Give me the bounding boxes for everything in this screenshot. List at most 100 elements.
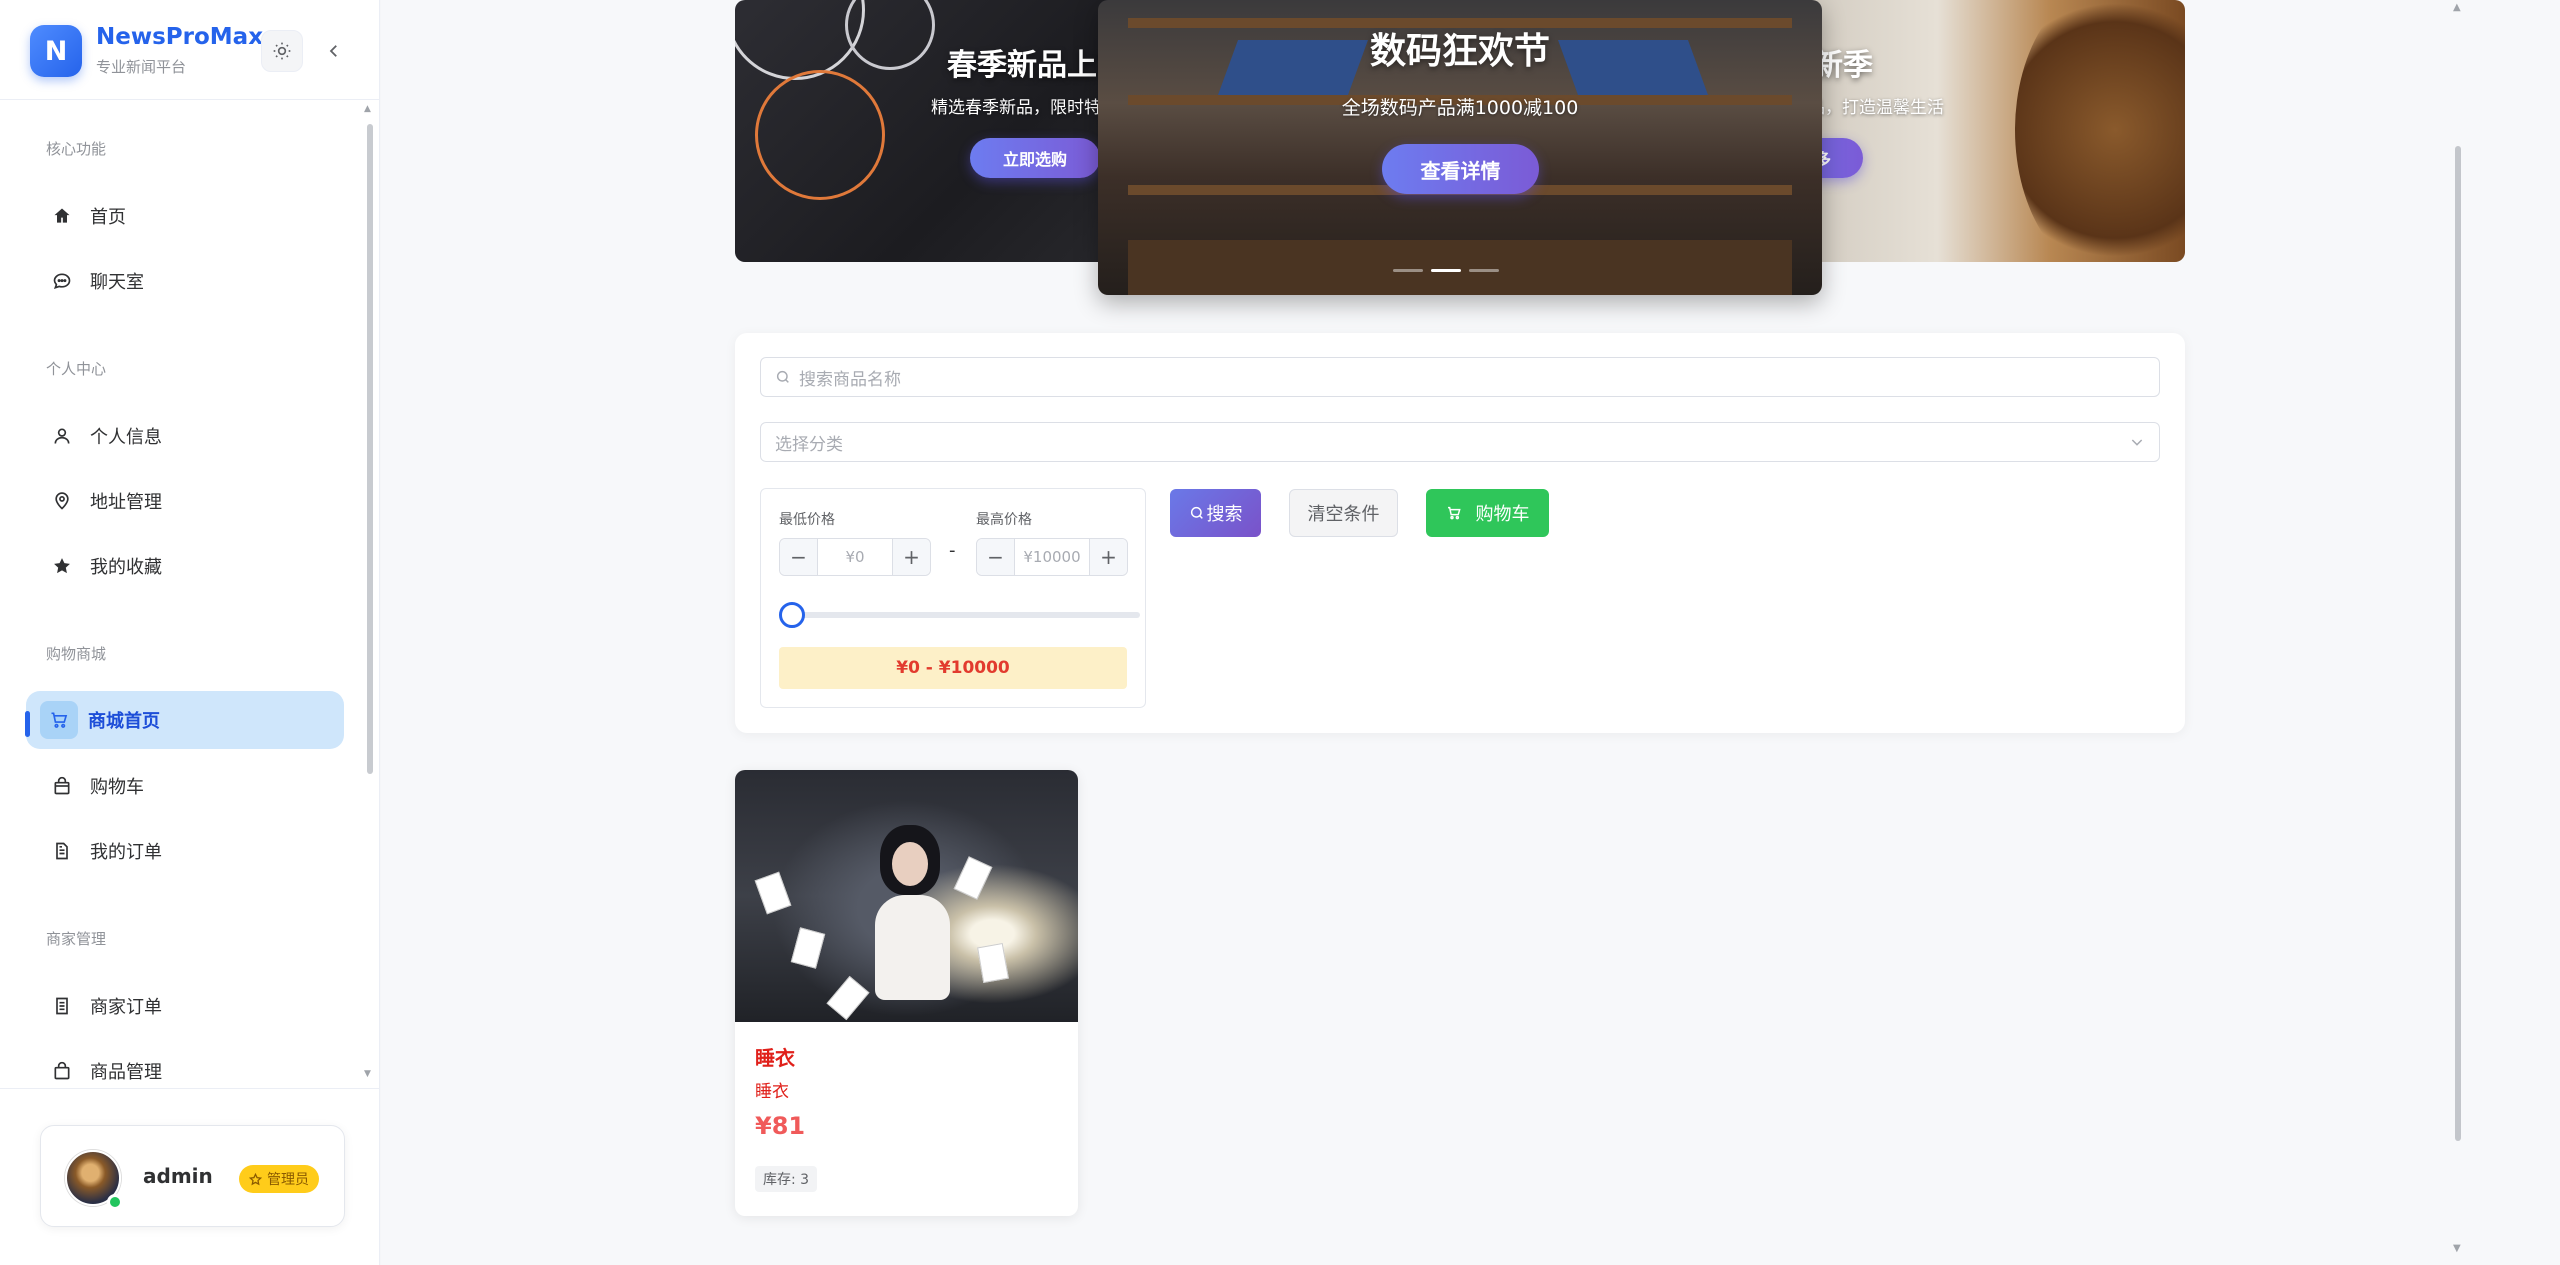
sidebar-item-home[interactable]: 首页 bbox=[26, 187, 344, 245]
decor-hair bbox=[2015, 0, 2185, 262]
carousel-dot-active[interactable] bbox=[1431, 269, 1461, 272]
product-description: 睡衣 bbox=[755, 1082, 789, 1102]
chevron-left-icon bbox=[329, 45, 337, 57]
carousel-dot[interactable] bbox=[1393, 269, 1423, 272]
product-card[interactable]: 睡衣 睡衣 ¥81 库存: 3 bbox=[735, 770, 1078, 1216]
sidebar-item-label: 购物车 bbox=[90, 777, 144, 798]
sidebar-item-address[interactable]: 地址管理 bbox=[26, 472, 344, 530]
decor-card bbox=[953, 856, 993, 900]
bag-icon bbox=[46, 1055, 78, 1085]
carousel-slide-digital[interactable]: 数码狂欢节 全场数码产品满1000减100 查看详情 bbox=[1098, 0, 1822, 295]
group-title-personal: 个人中心 bbox=[46, 360, 107, 378]
scroll-up-arrow-icon[interactable]: ▲ bbox=[364, 104, 371, 114]
increment-button[interactable]: + bbox=[892, 539, 930, 575]
sidebar-item-label: 聊天室 bbox=[90, 272, 144, 293]
price-slider[interactable] bbox=[790, 612, 1140, 618]
user-name: admin bbox=[143, 1164, 213, 1188]
search-icon bbox=[1190, 506, 1203, 519]
sidebar-scrollbar-thumb[interactable] bbox=[367, 124, 373, 774]
sidebar-item-cart[interactable]: 购物车 bbox=[26, 757, 344, 815]
shop-now-button[interactable]: 立即选购 bbox=[970, 138, 1100, 178]
max-price-input[interactable]: ¥10000 bbox=[1015, 539, 1089, 575]
search-icon bbox=[776, 370, 789, 383]
theme-toggle-button[interactable] bbox=[261, 30, 303, 72]
online-status-dot bbox=[107, 1194, 123, 1210]
chevron-down-icon bbox=[2131, 439, 2143, 446]
decrement-button[interactable]: − bbox=[780, 539, 818, 575]
sidebar-item-merchant-orders[interactable]: 商家订单 bbox=[26, 977, 344, 1035]
carousel-indicators bbox=[1393, 269, 1499, 272]
product-name[interactable]: 睡衣 bbox=[755, 1042, 795, 1071]
sidebar-item-orders[interactable]: 我的订单 bbox=[26, 822, 344, 880]
price-range-display: ¥0 - ¥10000 bbox=[779, 647, 1127, 689]
increment-button[interactable]: + bbox=[1089, 539, 1127, 575]
decor-figure bbox=[875, 895, 950, 1000]
decrement-button[interactable]: − bbox=[977, 539, 1015, 575]
sidebar-item-product-manage[interactable]: 商品管理 bbox=[26, 1042, 344, 1085]
sidebar-item-label: 商城首页 bbox=[88, 711, 160, 732]
app-name: NewsProMax bbox=[96, 24, 264, 50]
sidebar: N NewsProMax 专业新闻平台 核心功能 首页 聊天室 个人中心 个人信… bbox=[0, 0, 380, 1265]
user-card[interactable]: admin 管理员 bbox=[40, 1125, 345, 1227]
sidebar-item-label: 商家订单 bbox=[90, 997, 162, 1018]
role-label: 管理员 bbox=[267, 1172, 309, 1188]
slide-desc: 全场数码产品满1000减100 bbox=[1341, 97, 1579, 119]
decor-rope bbox=[735, 0, 865, 80]
min-price-input[interactable]: ¥0 bbox=[818, 539, 892, 575]
group-title-core: 核心功能 bbox=[46, 140, 107, 158]
search-button[interactable]: 搜索 bbox=[1170, 489, 1261, 537]
app-logo: N bbox=[30, 25, 82, 77]
sidebar-footer: admin 管理员 bbox=[0, 1088, 380, 1265]
product-stock-badge: 库存: 3 bbox=[755, 1166, 818, 1192]
main-scroll-up-arrow-icon[interactable]: ▲ bbox=[2453, 2, 2461, 13]
sidebar-item-mall-home[interactable]: 商城首页 bbox=[26, 691, 344, 749]
view-details-button[interactable]: 查看详情 bbox=[1382, 144, 1539, 194]
sidebar-item-label: 商品管理 bbox=[90, 1062, 162, 1083]
decor-counter bbox=[1128, 240, 1792, 295]
group-title-merchant: 商家管理 bbox=[46, 930, 107, 948]
decor-card bbox=[826, 975, 870, 1021]
sidebar-header: N NewsProMax 专业新闻平台 bbox=[0, 0, 380, 100]
cart-button[interactable]: 购物车 bbox=[1426, 489, 1549, 537]
star-icon bbox=[46, 550, 78, 582]
carousel-dot[interactable] bbox=[1469, 269, 1499, 272]
role-badge: 管理员 bbox=[239, 1165, 319, 1193]
document-icon bbox=[46, 990, 78, 1022]
decor-rope bbox=[845, 0, 935, 70]
cart-button-label: 购物车 bbox=[1475, 504, 1530, 525]
slide-desc: 精选春季新品，限时特惠 bbox=[931, 98, 1118, 118]
search-placeholder: 搜索商品名称 bbox=[799, 369, 901, 390]
sidebar-item-profile[interactable]: 个人信息 bbox=[26, 407, 344, 465]
sidebar-item-label: 个人信息 bbox=[90, 427, 162, 448]
category-select[interactable]: 选择分类 bbox=[760, 422, 2160, 462]
main-scroll-down-arrow-icon[interactable]: ▼ bbox=[2453, 1243, 2461, 1254]
search-button-label: 搜索 bbox=[1206, 504, 1243, 525]
range-separator: - bbox=[949, 540, 956, 561]
clear-filters-button[interactable]: 清空条件 bbox=[1289, 489, 1398, 537]
search-input[interactable]: 搜索商品名称 bbox=[760, 357, 2160, 397]
scroll-down-arrow-icon[interactable]: ▼ bbox=[364, 1069, 371, 1079]
min-price-stepper[interactable]: − ¥0 + bbox=[779, 538, 931, 576]
sidebar-item-chat[interactable]: 聊天室 bbox=[26, 252, 344, 310]
max-price-label: 最高价格 bbox=[976, 512, 1032, 528]
cart-icon bbox=[1447, 506, 1461, 520]
slide-title: 数码狂欢节 bbox=[1369, 31, 1550, 72]
sidebar-item-label: 我的订单 bbox=[90, 842, 162, 863]
app-subtitle: 专业新闻平台 bbox=[96, 58, 187, 76]
group-title-mall: 购物商城 bbox=[46, 645, 107, 663]
price-slider-handle[interactable] bbox=[779, 602, 805, 628]
max-price-stepper[interactable]: − ¥10000 + bbox=[976, 538, 1128, 576]
document-icon bbox=[46, 835, 78, 867]
decor-rope bbox=[755, 70, 885, 200]
location-icon bbox=[46, 485, 78, 517]
sidebar-item-favorites[interactable]: 我的收藏 bbox=[26, 537, 344, 595]
min-price-label: 最低价格 bbox=[779, 512, 835, 528]
main-scrollbar-thumb[interactable] bbox=[2455, 146, 2461, 1141]
product-image[interactable] bbox=[735, 770, 1078, 1022]
sidebar-menu: 核心功能 首页 聊天室 个人中心 个人信息 地址管理 我的收藏 购物商城 商城首… bbox=[0, 100, 380, 1085]
collapse-sidebar-button[interactable] bbox=[313, 30, 355, 72]
home-icon bbox=[46, 200, 78, 232]
decor-card bbox=[790, 927, 826, 969]
decor-card bbox=[977, 943, 1009, 983]
sidebar-item-label: 我的收藏 bbox=[90, 557, 162, 578]
